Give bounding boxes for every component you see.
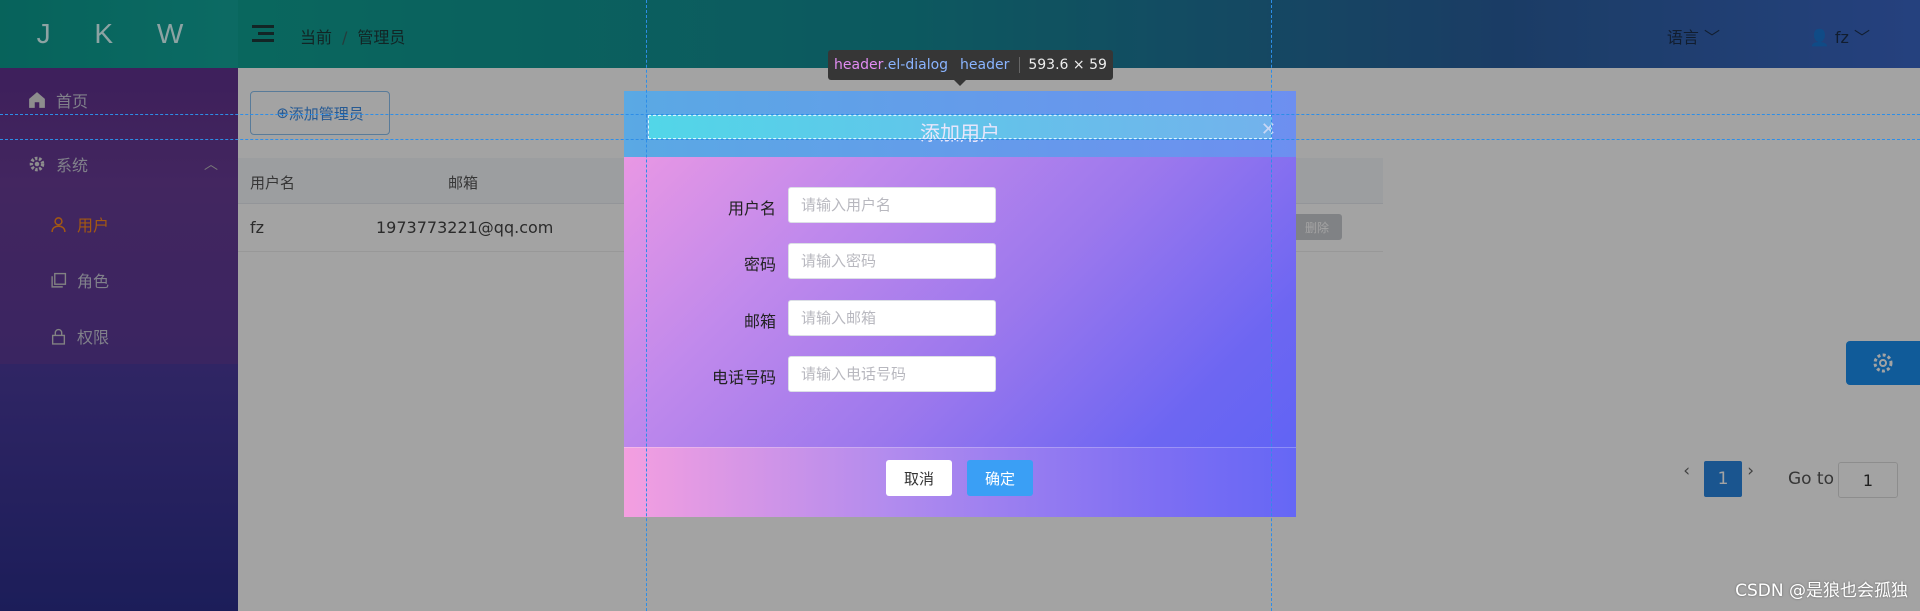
form-row-username: 用户名	[624, 187, 1296, 223]
add-user-dialog: 添加用户 ✕ 用户名 密码 邮箱 电话号码 取消 确定	[624, 91, 1296, 517]
password-label: 密码	[743, 255, 776, 274]
form-row-email: 邮箱	[624, 300, 1296, 336]
tooltip-class: .el-dialog	[883, 57, 949, 73]
email-label: 邮箱	[743, 312, 776, 331]
dialog-title: 添加用户	[920, 121, 1000, 145]
form-row-phone: 电话号码	[624, 356, 1296, 392]
username-label: 用户名	[727, 199, 776, 218]
form-row-password: 密码	[624, 243, 1296, 279]
dialog-header: 添加用户 ✕	[624, 91, 1296, 157]
close-icon[interactable]: ✕	[1261, 119, 1276, 140]
devtools-guide-line	[1271, 0, 1272, 611]
phone-label: 电话号码	[711, 368, 776, 387]
dialog-footer: 取消 确定	[624, 447, 1296, 517]
confirm-button[interactable]: 确定	[967, 460, 1033, 496]
devtools-guide-line	[0, 139, 1920, 140]
tooltip-tag: header	[834, 57, 884, 73]
username-input[interactable]	[788, 187, 996, 223]
devtools-guide-line	[646, 0, 647, 611]
devtools-tooltip: header .el-dialog header 593.6 × 59	[828, 50, 1113, 86]
phone-input[interactable]	[788, 356, 996, 392]
cancel-button[interactable]: 取消	[886, 460, 952, 496]
password-input[interactable]	[788, 243, 996, 279]
tooltip-name: header	[960, 57, 1010, 73]
tooltip-size: 593.6 × 59	[1019, 57, 1107, 73]
devtools-guide-line	[0, 114, 1920, 115]
email-input[interactable]	[788, 300, 996, 336]
watermark: CSDN @是狼也会孤独	[1735, 581, 1908, 601]
